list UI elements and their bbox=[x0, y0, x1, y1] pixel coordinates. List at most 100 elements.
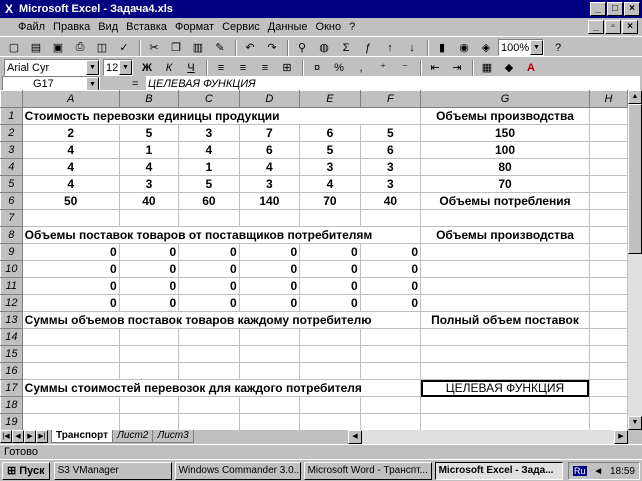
scroll-thumb[interactable] bbox=[628, 104, 642, 254]
cell-a19[interactable] bbox=[21, 413, 120, 430]
row-header[interactable]: 9 bbox=[0, 243, 23, 261]
cell-c9[interactable]: 0 bbox=[178, 243, 240, 261]
cell-h17[interactable] bbox=[588, 379, 628, 397]
redo-icon[interactable]: ↷ bbox=[262, 39, 282, 57]
cell-d6[interactable]: 140 bbox=[238, 192, 301, 210]
preview-icon[interactable]: ◫ bbox=[92, 39, 112, 57]
row-header[interactable]: 4 bbox=[0, 158, 23, 176]
cell-b16[interactable] bbox=[118, 362, 180, 380]
menu-window[interactable]: Окно bbox=[312, 21, 346, 33]
cell-c7[interactable] bbox=[178, 209, 240, 227]
start-button[interactable]: ⊞ Пуск bbox=[2, 461, 50, 480]
underline-icon[interactable]: Ч bbox=[181, 59, 201, 77]
menu-edit[interactable]: Правка bbox=[49, 21, 94, 33]
cell-e18[interactable] bbox=[299, 396, 361, 414]
cell-f19[interactable] bbox=[359, 413, 422, 430]
font-color-icon[interactable]: A bbox=[521, 59, 541, 77]
spelling-icon[interactable]: ✓ bbox=[114, 39, 134, 57]
taskbar-app-vmanager[interactable]: S3 VManager bbox=[53, 461, 172, 480]
cell-f16[interactable] bbox=[359, 362, 422, 380]
taskbar-app-excel[interactable]: Microsoft Excel - Зада... bbox=[434, 461, 563, 480]
taskbar-app-wincmd[interactable]: Windows Commander 3.0... bbox=[174, 461, 301, 480]
function-icon[interactable]: ƒ bbox=[358, 39, 378, 57]
cell-a8[interactable]: Объемы поставок товаров от поставщиков п… bbox=[21, 226, 422, 244]
cell-h11[interactable] bbox=[588, 277, 628, 295]
scroll-up-icon[interactable]: ▲ bbox=[628, 90, 642, 104]
cell-g13[interactable]: Полный объем поставок bbox=[420, 311, 590, 329]
cell-g18[interactable] bbox=[420, 396, 590, 414]
cell-h13[interactable] bbox=[588, 311, 628, 329]
row-header[interactable]: 1 bbox=[0, 107, 23, 125]
web-icon[interactable]: ◍ bbox=[314, 39, 334, 57]
cell-g1[interactable]: Объемы производства bbox=[420, 107, 590, 125]
cell-b4[interactable]: 4 bbox=[118, 158, 180, 176]
cell-f14[interactable] bbox=[359, 328, 422, 346]
cell-g15[interactable] bbox=[420, 345, 590, 363]
cell-e14[interactable] bbox=[299, 328, 361, 346]
cell-b15[interactable] bbox=[118, 345, 180, 363]
cell-b19[interactable] bbox=[118, 413, 180, 430]
cell-h9[interactable] bbox=[588, 243, 628, 261]
cell-f18[interactable] bbox=[359, 396, 422, 414]
row-header[interactable]: 2 bbox=[0, 124, 23, 142]
new-icon[interactable]: ▢ bbox=[4, 39, 24, 57]
decrease-decimal-icon[interactable]: ⁻ bbox=[395, 59, 415, 77]
cell-h4[interactable] bbox=[588, 158, 628, 176]
cell-f7[interactable] bbox=[359, 209, 422, 227]
cell-h10[interactable] bbox=[588, 260, 628, 278]
cell-g9[interactable] bbox=[420, 243, 590, 261]
cell-h6[interactable] bbox=[588, 192, 628, 210]
cell-f10[interactable]: 0 bbox=[359, 260, 422, 278]
cell-e15[interactable] bbox=[299, 345, 361, 363]
cell-g19[interactable] bbox=[420, 413, 590, 430]
drawing-icon[interactable]: ◈ bbox=[476, 39, 496, 57]
chevron-down-icon[interactable]: ▼ bbox=[119, 60, 132, 75]
cell-c14[interactable] bbox=[178, 328, 240, 346]
scroll-left-icon[interactable]: ◀ bbox=[348, 430, 362, 444]
cell-a4[interactable]: 4 bbox=[21, 158, 120, 176]
cell-c5[interactable]: 5 bbox=[178, 175, 240, 193]
vertical-scrollbar[interactable]: ▲ ▼ bbox=[628, 90, 642, 430]
cell-c12[interactable]: 0 bbox=[178, 294, 240, 312]
cell-h2[interactable] bbox=[588, 124, 628, 142]
cell-b11[interactable]: 0 bbox=[118, 277, 180, 295]
cell-f5[interactable]: 3 bbox=[359, 175, 422, 193]
cell-e9[interactable]: 0 bbox=[299, 243, 361, 261]
menu-tools[interactable]: Сервис bbox=[218, 21, 264, 33]
sheet-tab-transport[interactable]: Транспорт bbox=[51, 430, 114, 443]
cell-g5[interactable]: 70 bbox=[420, 175, 590, 193]
menu-file[interactable]: Файл bbox=[2, 21, 49, 33]
next-sheet-icon[interactable]: ▶ bbox=[24, 430, 36, 443]
doc-close-button[interactable]: × bbox=[622, 20, 638, 34]
cell-h12[interactable] bbox=[588, 294, 628, 312]
cell-f3[interactable]: 6 bbox=[359, 141, 422, 159]
cell-b9[interactable]: 0 bbox=[118, 243, 180, 261]
borders-icon[interactable]: ▦ bbox=[477, 59, 497, 77]
cell-h18[interactable] bbox=[588, 396, 628, 414]
cell-d16[interactable] bbox=[238, 362, 301, 380]
cell-e11[interactable]: 0 bbox=[299, 277, 361, 295]
minimize-button[interactable]: _ bbox=[590, 2, 606, 16]
align-center-icon[interactable]: ≡ bbox=[233, 59, 253, 77]
column-header-d[interactable]: D bbox=[238, 90, 301, 108]
sort-asc-icon[interactable]: ↑ bbox=[380, 39, 400, 57]
cell-a11[interactable]: 0 bbox=[21, 277, 120, 295]
cell-f2[interactable]: 5 bbox=[359, 124, 422, 142]
print-icon[interactable]: ⎙ bbox=[70, 39, 90, 57]
size-select[interactable]: 12 ▼ bbox=[103, 59, 133, 76]
cell-g8[interactable]: Объемы производства bbox=[420, 226, 590, 244]
cell-a1[interactable]: Стоимость перевозки единицы продукции bbox=[21, 107, 422, 125]
column-header-b[interactable]: B bbox=[118, 90, 180, 108]
fill-color-icon[interactable]: ◆ bbox=[499, 59, 519, 77]
column-header-h[interactable]: H bbox=[588, 90, 628, 108]
cell-h1[interactable] bbox=[588, 107, 628, 125]
assistant-icon[interactable]: ? bbox=[548, 39, 568, 57]
cell-c11[interactable]: 0 bbox=[178, 277, 240, 295]
column-header-f[interactable]: F bbox=[359, 90, 422, 108]
row-header[interactable]: 8 bbox=[0, 226, 23, 244]
cell-a2[interactable]: 2 bbox=[21, 124, 120, 142]
cell-g17[interactable]: ЦЕЛЕВАЯ ФУНКЦИЯ bbox=[420, 379, 590, 397]
cell-g7[interactable] bbox=[420, 209, 590, 227]
cell-c15[interactable] bbox=[178, 345, 240, 363]
align-right-icon[interactable]: ≡ bbox=[255, 59, 275, 77]
